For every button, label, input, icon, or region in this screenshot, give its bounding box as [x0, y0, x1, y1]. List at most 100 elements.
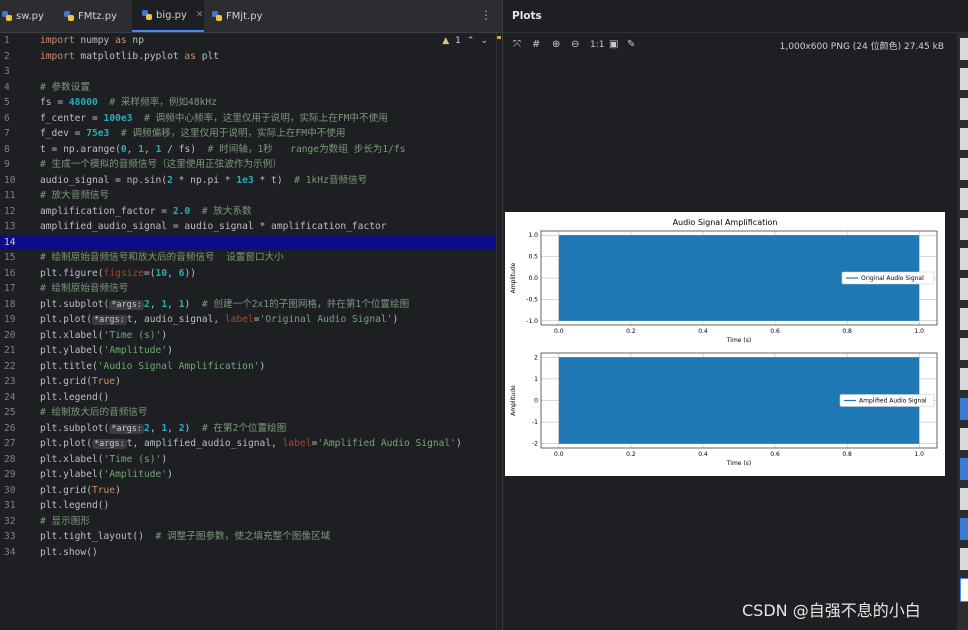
line-number: 31 [4, 500, 16, 511]
x-tick-label: 0.8 [842, 451, 852, 458]
background-icon[interactable]: ▣ [609, 39, 618, 50]
plot-thumbnail[interactable] [960, 548, 968, 570]
plot-thumbnail[interactable] [960, 128, 968, 150]
chart-svg: Audio Signal Amplification 0.0 0.2 0.4 0.6 0.… [510, 218, 938, 467]
code-line: 2 import matplotlib.pyplot as plt [0, 49, 496, 65]
code-line: 6 f_center = 100e3 # 调频中心频率，这里仅用于说明，实际上在F… [0, 111, 496, 127]
parameter-hint: *args: [91, 439, 127, 449]
plot-thumbnail[interactable] [960, 488, 968, 510]
y-tick-label: -2 [532, 441, 538, 448]
code-line: 19 plt.plot(*args: t, audio_signal, label=… [0, 312, 496, 328]
code-line: 18 plt.subplot(*args: 2, 1, 1) # 创建一个2x1的子… [0, 297, 496, 313]
plot-image: Audio Signal Amplification 0.0 0.2 0.4 0.6 0.… [505, 212, 945, 476]
line-number: 4 [4, 81, 10, 93]
python-file-icon [2, 11, 12, 21]
plot-thumbnail[interactable] [960, 188, 968, 210]
y-tick-label: 2 [534, 354, 538, 361]
code-editor[interactable]: 1 import numpy as np 2 import matplotlib.p… [0, 33, 496, 630]
line-number: 16 [4, 267, 16, 279]
line-number: 17 [4, 283, 16, 294]
line-number: 8 [4, 143, 10, 155]
warning-marker[interactable] [497, 36, 501, 39]
line-number: 26 [4, 422, 16, 434]
current-line: 14 [0, 234, 496, 250]
plot-thumbnail[interactable] [960, 428, 968, 450]
python-file-icon [212, 11, 222, 21]
x-tick-label: 1.0 [914, 328, 924, 335]
editor-pane: sw.py FMtz.py big.py ✕ FMjt.py ⋮ ▲ 1 ⌃ ⌄… [0, 0, 503, 630]
line-number: 14 [4, 236, 16, 248]
code-line: 5 fs = 48000 # 采样频率，例如48kHz [0, 95, 496, 111]
plot-thumbnail[interactable] [960, 398, 968, 420]
line-number: 30 [4, 484, 16, 496]
line-number: 11 [4, 190, 16, 201]
plot-thumbnail[interactable] [960, 518, 968, 540]
tab-sw[interactable]: sw.py [0, 0, 54, 32]
image-info: 1,000x600 PNG (24 位颜色) 27.45 kB [779, 42, 944, 52]
code-line: 29 plt.ylabel('Amplitude') [0, 467, 496, 483]
plot-thumbnail[interactable] [960, 38, 968, 60]
y-tick-label: 1 [534, 376, 538, 383]
code-line: 3 [0, 64, 496, 80]
legend-label: Amplified Audio Signal [859, 398, 927, 405]
line-number: 3 [4, 66, 10, 77]
code-line: 7 f_dev = 75e3 # 调频偏移，这里仅用于说明，实际上在FM中不使用 [0, 126, 496, 142]
code-line: 8t = np.arange(0, 1, 1 / fs) # 时间轴，1秒 ra… [0, 142, 496, 158]
tab-big[interactable]: big.py ✕ [132, 0, 204, 32]
tab-label: FMjt.py [226, 10, 263, 22]
line-number: 34 [4, 546, 16, 558]
code-line: 32 # 显示图形 [0, 514, 496, 530]
code-line: 21 plt.ylabel('Amplitude') [0, 343, 496, 359]
x-tick-label: 0.0 [554, 328, 564, 335]
close-icon[interactable]: ✕ [196, 10, 204, 20]
zoom-out-icon[interactable]: ⊖ [571, 39, 579, 50]
line-number: 20 [4, 329, 16, 341]
tab-fmjt[interactable]: FMjt.py [212, 0, 282, 32]
line-number: 9 [4, 159, 10, 170]
plot-thumbnail[interactable] [960, 248, 968, 270]
fit-to-window-icon[interactable]: ⤧ [513, 39, 521, 50]
x-tick-label: 0.4 [698, 328, 708, 335]
plot-thumbnail[interactable] [960, 218, 968, 240]
x-tick-label: 0.8 [842, 328, 852, 335]
line-number: 25 [4, 407, 16, 418]
grid-icon[interactable]: # [532, 39, 540, 50]
plot-thumbnail[interactable] [960, 368, 968, 390]
plot-thumbnail[interactable] [960, 338, 968, 360]
plot-thumbnail[interactable] [960, 578, 968, 602]
line-number: 2 [4, 50, 10, 62]
actual-size-button[interactable]: 1:1 [590, 40, 604, 50]
color-picker-icon[interactable]: ✎ [627, 39, 635, 50]
plots-toolbar: ⤧ # ⊕ ⊖ 1:1 ▣ ✎ 1,000x600 PNG (24 位颜色) 2… [503, 32, 968, 59]
plot-thumbnail[interactable] [960, 278, 968, 300]
line-number: 33 [4, 531, 16, 542]
plot-thumbnail[interactable] [960, 98, 968, 120]
plot-thumbnail[interactable] [960, 68, 968, 90]
zoom-in-icon[interactable]: ⊕ [552, 39, 560, 50]
line-number: 5 [4, 97, 10, 108]
code-line: 16 plt.figure(figsize=(10, 6)) [0, 266, 496, 282]
x-tick-label: 0.2 [626, 451, 636, 458]
plot-thumbnail[interactable] [960, 308, 968, 330]
line-number: 13 [4, 221, 16, 232]
plot-thumbnail[interactable] [960, 158, 968, 180]
y-tick-label: -0.5 [526, 296, 538, 303]
tab-label: sw.py [16, 10, 44, 22]
plot-thumbnail[interactable] [960, 458, 968, 480]
python-file-icon [64, 11, 74, 21]
chart-title: Audio Signal Amplification [673, 218, 778, 227]
y-tick-label: -1 [532, 419, 538, 426]
y-tick-label: 1.0 [528, 232, 538, 239]
python-file-icon [142, 10, 152, 20]
tab-fmtz[interactable]: FMtz.py [64, 0, 134, 32]
code-line: 34 plt.show() [0, 545, 496, 561]
line-number: 28 [4, 453, 16, 465]
code-line: 20 plt.xlabel('Time (s)') [0, 328, 496, 344]
code-line: 33 plt.tight_layout() # 调整子图参数，使之填充整个图像区域 [0, 529, 496, 545]
line-number: 27 [4, 438, 16, 449]
parameter-hint: *args: [109, 423, 145, 434]
code-line: 22 plt.title('Audio Signal Amplification'… [0, 359, 496, 375]
code-line: 1 import numpy as np [0, 33, 496, 49]
more-options-icon[interactable]: ⋮ [480, 8, 492, 22]
code-line: 15 # 绘制原始音频信号和放大后的音频信号 设置窗口大小 [0, 250, 496, 266]
